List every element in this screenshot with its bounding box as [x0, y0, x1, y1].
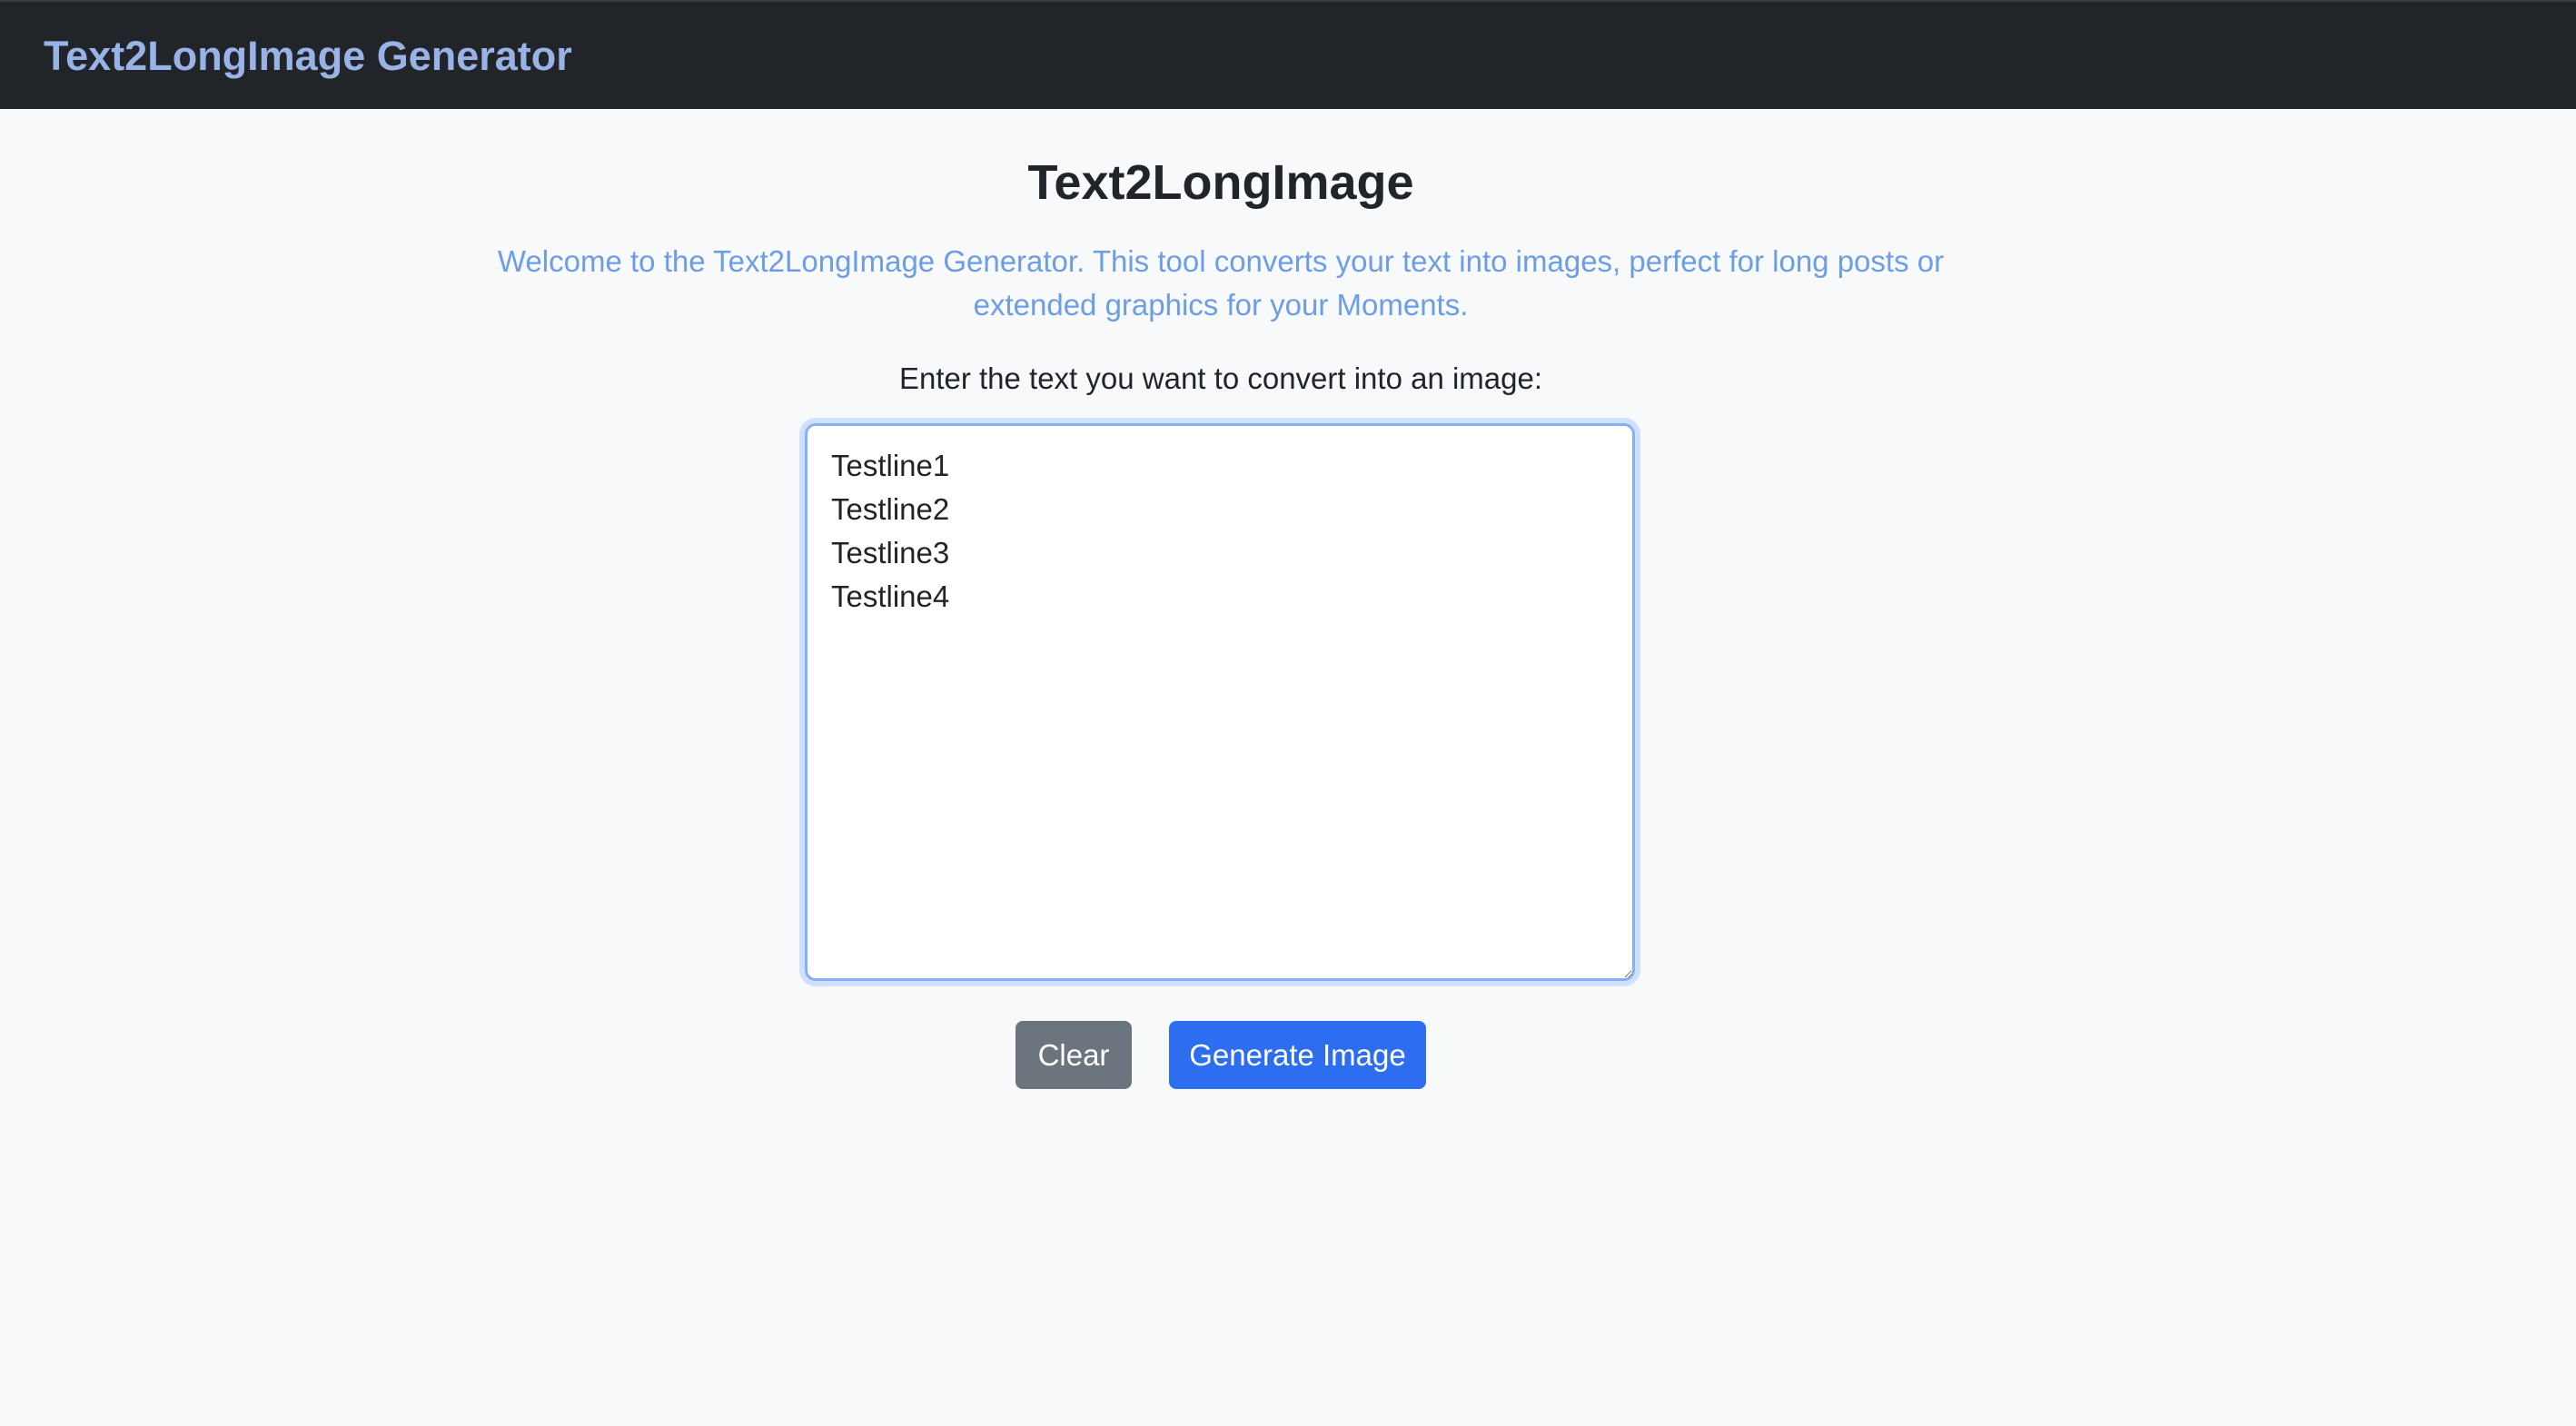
page-title: Text2LongImage: [1027, 155, 1414, 210]
generate-image-button[interactable]: Generate Image: [1169, 1021, 1426, 1089]
text-input[interactable]: Testline1 Testline2 Testline3 Testline4: [805, 423, 1635, 981]
navbar-brand[interactable]: Text2LongImage Generator: [44, 29, 572, 84]
clear-button[interactable]: Clear: [1016, 1021, 1132, 1089]
navbar: Text2LongImage Generator: [0, 0, 2576, 109]
welcome-text: Welcome to the Text2LongImage Generator.…: [497, 244, 1945, 322]
text-input-label: Enter the text you want to convert into …: [898, 361, 1543, 395]
